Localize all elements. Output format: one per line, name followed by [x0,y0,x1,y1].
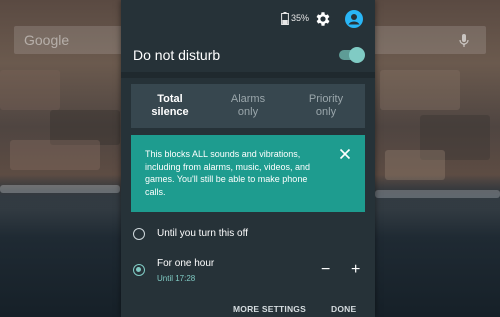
battery-percent: 35% [291,13,310,23]
divider [121,72,375,78]
option-label: Until you turn this off [157,228,248,239]
battery-icon [281,12,289,25]
info-text: This blocks ALL sounds and vibrations, i… [145,149,311,197]
option-label: For one hour [157,258,215,269]
increase-button[interactable]: + [351,262,360,278]
option-one-hour[interactable]: For one hour Until 17:28 − + [121,254,375,288]
done-button[interactable]: DONE [331,304,356,314]
tab-total-silence[interactable]: Total silence [131,84,209,128]
quick-settings-panel: 35% Do not disturb Total silence Alarms … [121,0,375,317]
mic-icon[interactable] [456,32,472,48]
option-sublabel: Until 17:28 [157,274,196,283]
toggle-thumb [349,47,365,63]
info-card: This blocks ALL sounds and vibrations, i… [131,135,365,212]
radio-button-selected[interactable] [133,264,145,276]
close-icon[interactable] [339,148,351,160]
status-row: 35% [121,0,375,38]
more-settings-button[interactable]: MORE SETTINGS [233,304,306,314]
dnd-mode-tabs: Total silence Alarms only Priority only [131,84,365,128]
user-avatar-icon[interactable] [345,10,363,28]
tab-priority-only[interactable]: Priority only [287,84,365,128]
tab-alarms-only[interactable]: Alarms only [209,84,287,128]
dnd-title: Do not disturb [133,47,221,63]
radio-button[interactable] [133,228,145,240]
gear-icon[interactable] [314,10,332,28]
search-hint: Google [24,32,70,48]
dnd-toggle[interactable] [337,47,365,63]
option-until-off[interactable]: Until you turn this off [121,218,375,252]
decrease-button[interactable]: − [321,262,330,278]
